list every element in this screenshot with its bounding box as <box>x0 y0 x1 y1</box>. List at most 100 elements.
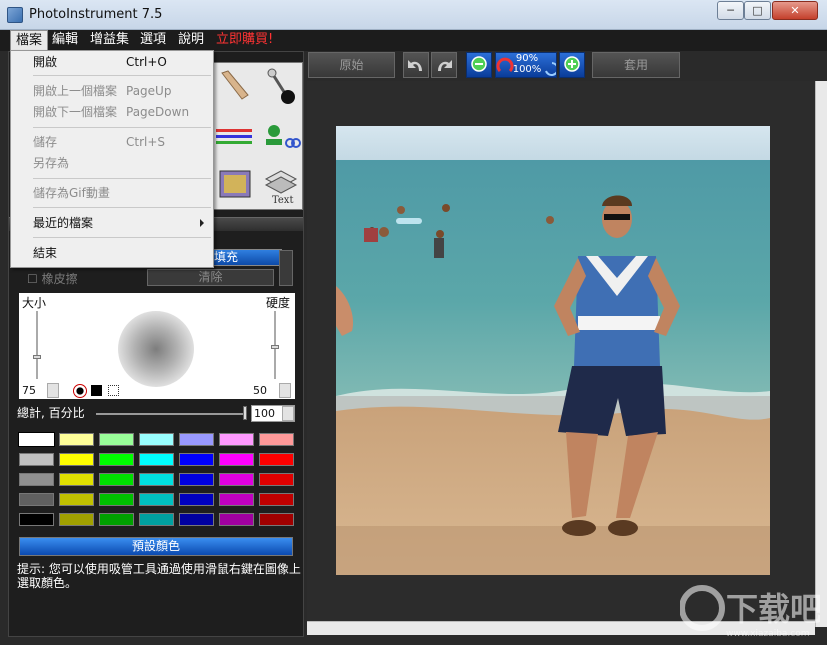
menu-item-save[interactable]: 儲存 Ctrl+S <box>12 132 212 152</box>
color-swatch[interactable] <box>19 493 54 506</box>
close-button[interactable]: ✕ <box>772 1 818 20</box>
apply-button[interactable]: 套用 <box>592 52 680 78</box>
round-brush-shape[interactable] <box>73 384 87 398</box>
eraser-label: 橡皮擦 <box>41 272 78 286</box>
size-slider-track[interactable] <box>36 311 38 379</box>
clone-scissors-icon[interactable] <box>258 113 304 159</box>
color-swatch[interactable] <box>59 433 94 446</box>
color-swatch[interactable] <box>179 513 214 526</box>
menu-file[interactable]: 檔案 <box>10 30 49 51</box>
menu-item-recent-files[interactable]: 最近的檔案 <box>12 213 212 233</box>
noise-photo-icon[interactable] <box>212 161 258 207</box>
total-spinner-arrows[interactable] <box>282 406 294 421</box>
hardness-slider-thumb[interactable] <box>271 345 279 349</box>
color-swatch[interactable] <box>18 432 55 447</box>
menu-item-shortcut: PageDown <box>126 105 190 119</box>
menu-help[interactable]: 說明 <box>173 30 209 51</box>
color-swatch[interactable] <box>139 513 174 526</box>
color-swatch[interactable] <box>179 473 214 486</box>
color-swatch[interactable] <box>179 453 214 466</box>
hardness-spinner-arrows[interactable] <box>279 383 291 398</box>
menu-buy-now[interactable]: 立即購買! <box>211 30 278 51</box>
color-swatch[interactable] <box>259 493 294 506</box>
color-swatch[interactable] <box>219 433 254 446</box>
mini-scrollbar[interactable] <box>279 250 293 286</box>
color-swatch[interactable] <box>259 433 294 446</box>
size-spinner-arrows[interactable] <box>47 383 59 398</box>
color-swatch[interactable] <box>99 473 134 486</box>
color-swatch[interactable] <box>219 513 254 526</box>
size-slider-thumb[interactable] <box>33 355 41 359</box>
menu-bar: 檔案 編輯 增益集 選項 說明 立即購買! <box>0 30 827 51</box>
preset-colors-button[interactable]: 預設顏色 <box>19 537 293 556</box>
color-swatch[interactable] <box>139 433 174 446</box>
color-swatch[interactable] <box>219 473 254 486</box>
original-button[interactable]: 原始 <box>308 52 395 78</box>
redo-button[interactable] <box>431 52 457 78</box>
color-lines-icon[interactable] <box>212 113 258 159</box>
menu-edit[interactable]: 編輯 <box>47 30 83 51</box>
menu-separator <box>33 75 211 76</box>
vertical-scrollbar[interactable] <box>815 81 827 627</box>
menu-options[interactable]: 選項 <box>135 30 171 51</box>
color-swatch[interactable] <box>19 473 54 486</box>
color-swatch[interactable] <box>179 493 214 506</box>
menu-item-open-previous[interactable]: 開啟上一個檔案 PageUp <box>12 81 212 101</box>
zoom-fit-button[interactable]: 90% 100% <box>495 52 557 78</box>
color-swatch[interactable] <box>99 453 134 466</box>
color-swatch[interactable] <box>259 453 294 466</box>
zoom-out-button[interactable] <box>466 52 492 78</box>
svg-text:Text: Text <box>272 195 293 206</box>
watermark-url: www.xiazaiba.com <box>726 629 810 639</box>
finger-tool-icon[interactable] <box>212 65 258 111</box>
menu-item-save-as[interactable]: 另存為 <box>12 153 212 173</box>
color-swatch[interactable] <box>59 493 94 506</box>
menu-item-label: 最近的檔案 <box>33 216 94 230</box>
clear-button[interactable]: 清除 <box>147 269 274 286</box>
fill-button[interactable]: 填充 <box>209 249 282 266</box>
color-swatch[interactable] <box>219 493 254 506</box>
selection-brush-shape[interactable] <box>108 385 119 396</box>
image-canvas[interactable] <box>307 81 815 627</box>
color-swatch[interactable] <box>219 453 254 466</box>
color-swatch[interactable] <box>59 453 94 466</box>
color-swatch[interactable] <box>179 433 214 446</box>
color-swatch[interactable] <box>259 473 294 486</box>
menu-separator <box>33 207 211 208</box>
menu-item-shortcut: PageUp <box>126 84 172 98</box>
color-swatch[interactable] <box>19 453 54 466</box>
eraser-checkbox[interactable]: ☐ 橡皮擦 <box>27 270 78 287</box>
hint-text: 提示: 您可以使用吸管工具通過使用滑鼠右鍵在圖像上選取顏色。 <box>17 562 301 590</box>
color-swatch[interactable] <box>139 493 174 506</box>
color-swatch[interactable] <box>139 453 174 466</box>
total-slider-track[interactable] <box>96 413 246 415</box>
zoom-in-button[interactable] <box>559 52 585 78</box>
total-slider-thumb[interactable] <box>243 406 247 420</box>
color-swatch[interactable] <box>259 513 294 526</box>
undo-button[interactable] <box>403 52 429 78</box>
color-swatch[interactable] <box>19 513 54 526</box>
zoom-level: 90% 100% <box>510 53 544 75</box>
menu-item-exit[interactable]: 結束 <box>12 243 212 263</box>
submenu-arrow-icon <box>200 219 204 227</box>
color-swatch[interactable] <box>99 513 134 526</box>
color-swatch[interactable] <box>139 473 174 486</box>
color-swatch[interactable] <box>99 493 134 506</box>
text-layers-icon[interactable]: Text <box>258 161 304 207</box>
menu-item-label: 開啟下一個檔案 <box>33 105 118 119</box>
menu-addons[interactable]: 增益集 <box>85 30 134 51</box>
square-brush-shape[interactable] <box>91 385 102 396</box>
size-label: 大小 <box>22 296 47 310</box>
menu-item-save-gif[interactable]: 儲存為Gif動畫 <box>12 183 212 203</box>
pin-tool-icon[interactable] <box>258 65 304 111</box>
color-swatch[interactable] <box>59 473 94 486</box>
undo-icon <box>408 60 422 71</box>
color-swatch[interactable] <box>59 513 94 526</box>
total-percent-input[interactable]: 100 <box>251 405 295 422</box>
color-swatch[interactable] <box>99 433 134 446</box>
maximize-button[interactable]: □ <box>744 1 771 20</box>
menu-item-open[interactable]: 開啟 Ctrl+O <box>12 52 212 72</box>
brush-settings-box: 大小 硬度 75 50 <box>19 293 295 399</box>
minimize-button[interactable]: ─ <box>717 1 744 20</box>
menu-item-open-next[interactable]: 開啟下一個檔案 PageDown <box>12 102 212 122</box>
